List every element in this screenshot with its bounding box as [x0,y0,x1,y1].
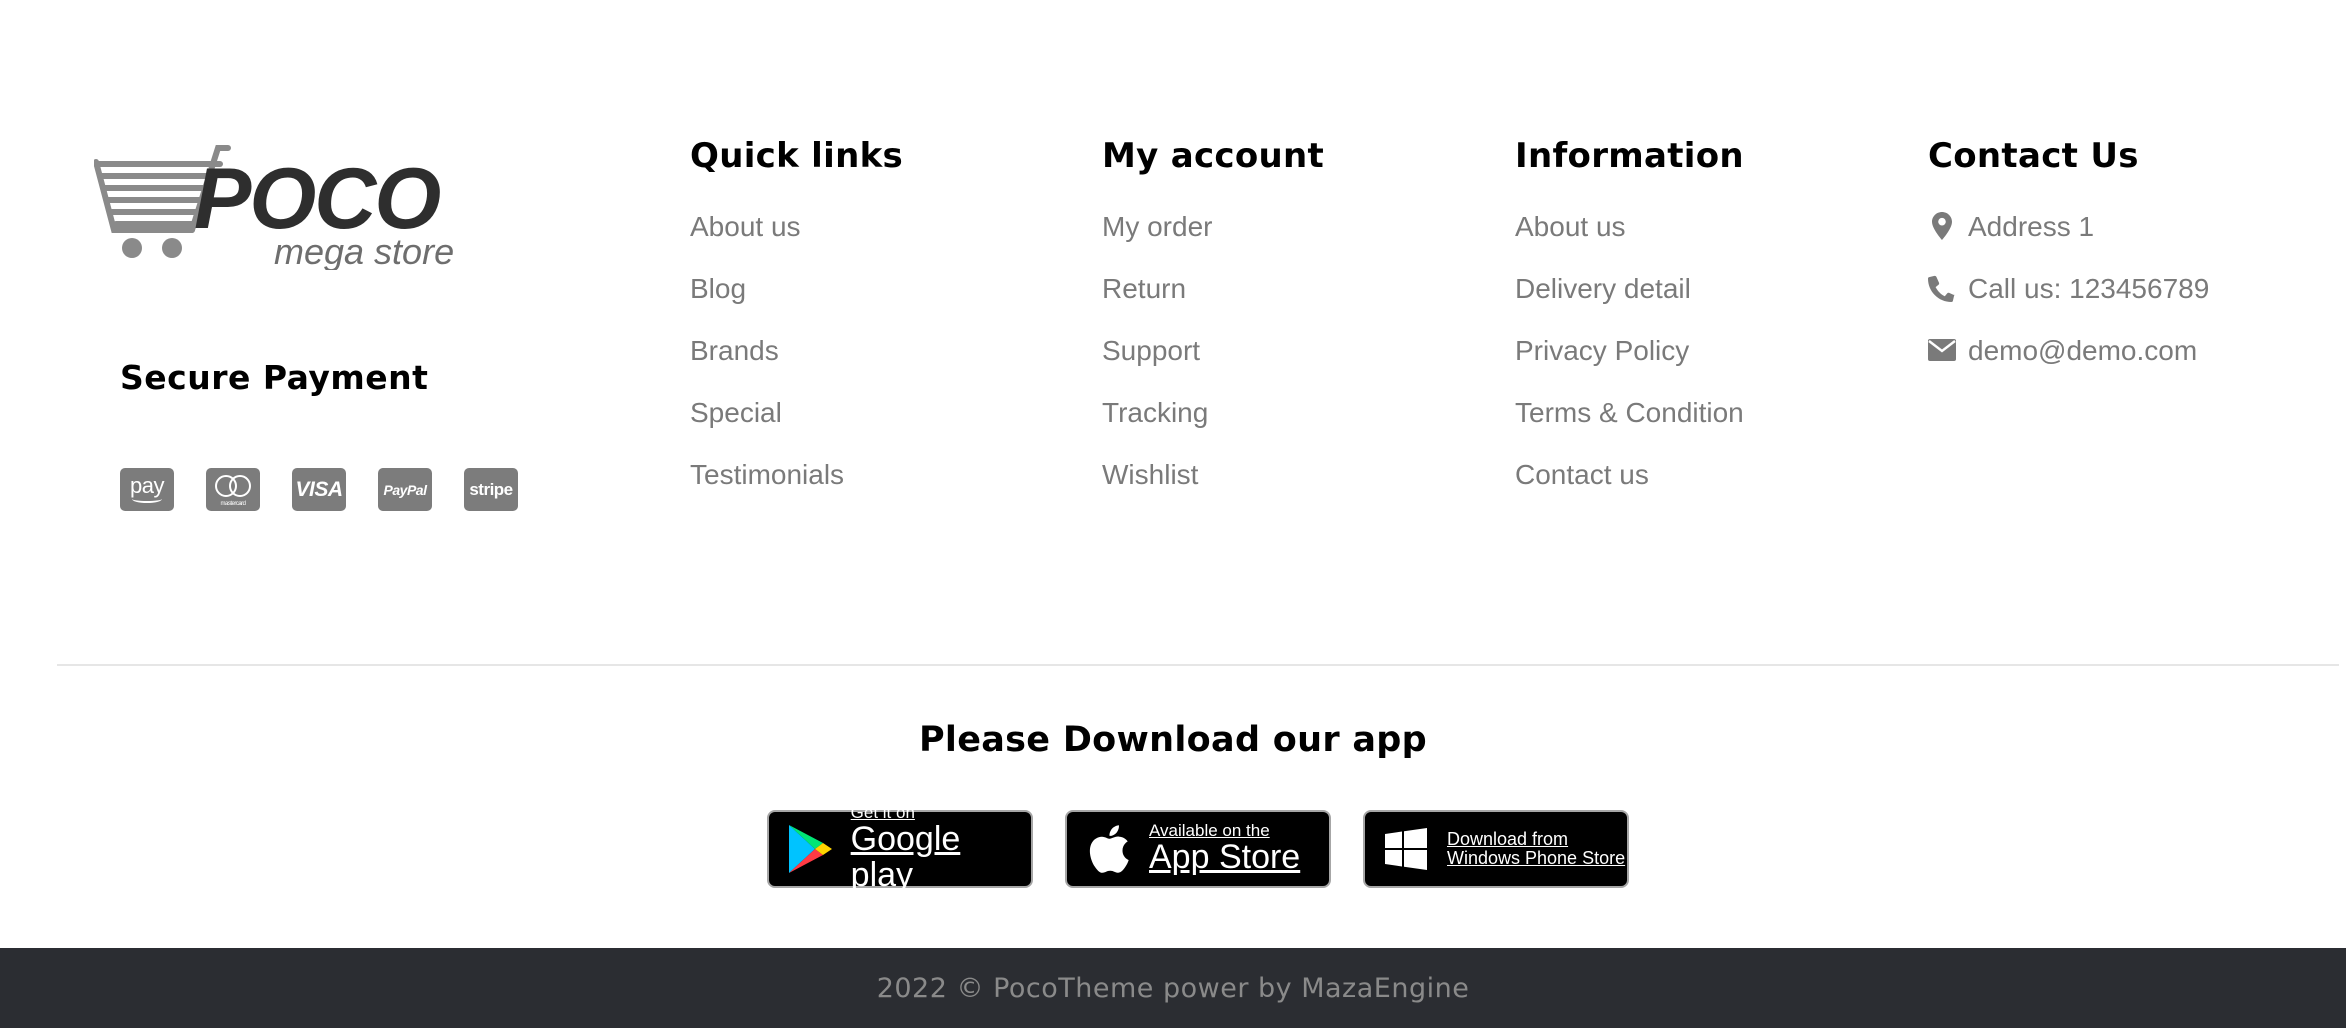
my-account-column: My account My order Return Support Track… [1102,130,1324,522]
windows-store-button[interactable]: Download from Windows Phone Store [1363,810,1629,888]
stripe-icon: stripe [464,468,518,511]
paypal-icon: PayPal [378,468,432,511]
app-download-title: Please Download our app [918,720,1428,760]
quick-link-about-us[interactable]: About us [690,211,801,242]
quick-links-column: Quick links About us Blog Brands Special… [690,130,903,522]
my-account-title: My account [1102,136,1325,176]
account-link-tracking[interactable]: Tracking [1102,397,1208,428]
info-link-privacy-policy[interactable]: Privacy Policy [1515,335,1689,366]
information-title: Information [1515,136,1744,176]
info-link-delivery-detail[interactable]: Delivery detail [1515,273,1691,304]
app-store-buttons: Get it on Google play Available on the A… [767,804,1629,893]
cart-logo-icon: POCO mega store [94,145,454,270]
windows-store-big-text: Windows Phone Store [1447,848,1626,868]
account-link-return[interactable]: Return [1102,273,1186,304]
google-play-icon [783,822,837,876]
contact-address: Address 1 [1928,212,2209,274]
account-link-my-order[interactable]: My order [1102,211,1212,242]
contact-column: Contact Us Address 1 Call us: 123456789 … [1928,130,2209,398]
payment-methods: pay mastercard VISA PayPal stripe [120,468,518,511]
footer-divider [57,664,2339,666]
quick-link-testimonials[interactable]: Testimonials [690,459,844,490]
apple-icon [1081,822,1135,876]
app-store-big-text: App Store [1149,838,1301,877]
quick-link-blog[interactable]: Blog [690,273,746,304]
mastercard-icon: mastercard [206,468,260,511]
map-marker-icon [1928,212,1956,240]
windows-icon [1379,822,1433,876]
contact-address-text: Address 1 [1968,211,2095,242]
info-link-contact-us[interactable]: Contact us [1515,459,1649,490]
app-store-button[interactable]: Available on the App Store [1065,810,1331,888]
copyright-text: 2022 © PocoTheme power by MazaEngine [876,972,1470,1004]
contact-email[interactable]: demo@demo.com [1928,336,2209,398]
quick-links-title: Quick links [690,136,904,176]
amazon-pay-icon: pay [120,468,174,511]
copyright-bar: 2022 © PocoTheme power by MazaEngine [0,948,2346,1028]
contact-phone-text: Call us: 123456789 [1968,273,2210,304]
envelope-icon [1928,336,1956,364]
quick-link-brands[interactable]: Brands [690,335,779,366]
brand-tagline: mega store [274,231,454,270]
google-play-big-text: Google play [850,820,961,894]
brand-logo[interactable]: POCO mega store [94,140,474,270]
information-column: Information About us Delivery detail Pri… [1515,130,1744,522]
info-link-terms-condition[interactable]: Terms & Condition [1515,397,1744,428]
phone-icon [1928,274,1956,302]
contact-phone[interactable]: Call us: 123456789 [1928,274,2209,336]
contact-email-text: demo@demo.com [1968,335,2198,366]
info-link-about-us[interactable]: About us [1515,211,1626,242]
secure-payment-title: Secure Payment [120,358,429,397]
windows-store-small-text: Download from [1447,829,1569,850]
account-link-wishlist[interactable]: Wishlist [1102,459,1198,490]
google-play-button[interactable]: Get it on Google play [767,804,1033,893]
contact-title: Contact Us [1928,136,2139,176]
quick-link-special[interactable]: Special [690,397,782,428]
account-link-support[interactable]: Support [1102,335,1200,366]
visa-icon: VISA [292,468,346,511]
